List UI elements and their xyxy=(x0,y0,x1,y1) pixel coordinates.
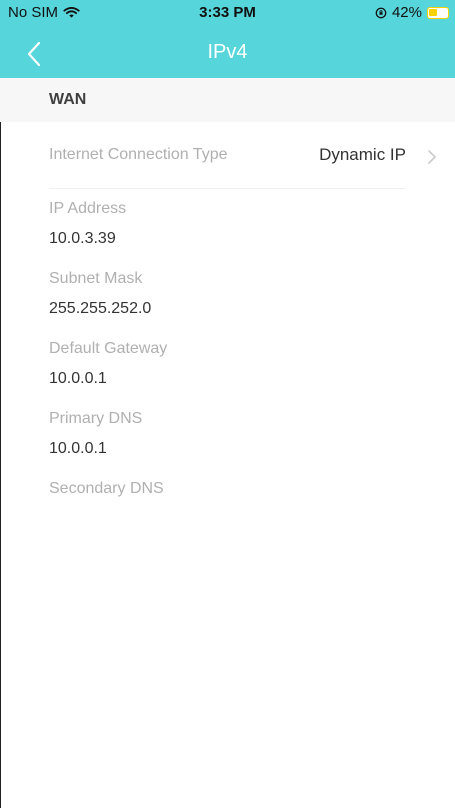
ip-address-value: 10.0.3.39 xyxy=(49,230,116,247)
internet-connection-type-value: Dynamic IP xyxy=(319,145,406,164)
chevron-right-icon xyxy=(428,150,436,164)
status-bar: No SIM 3:33 PM 42% xyxy=(0,0,455,28)
connection-divider xyxy=(49,188,406,189)
ip-address-field: IP Address 10.0.3.39 xyxy=(49,199,409,249)
internet-connection-type-label: Internet Connection Type xyxy=(49,146,228,163)
ipv4-screen: No SIM 3:33 PM 42% IPv4 WAN Internet Con… xyxy=(0,0,455,808)
internet-connection-type-row[interactable]: Internet Connection Type Dynamic IP xyxy=(0,122,455,188)
default-gateway-field: Default Gateway 10.0.0.1 xyxy=(49,339,409,389)
navigation-bar: IPv4 xyxy=(0,28,455,78)
primary-dns-value: 10.0.0.1 xyxy=(49,440,107,457)
page-title: IPv4 xyxy=(207,41,248,63)
subnet-mask-label: Subnet Mask xyxy=(49,270,143,287)
lock-rotation-icon xyxy=(375,7,387,18)
ip-address-label: IP Address xyxy=(49,200,127,217)
primary-dns-field: Primary DNS 10.0.0.1 xyxy=(49,409,409,459)
secondary-dns-label: Secondary DNS xyxy=(49,480,164,497)
subnet-mask-field: Subnet Mask 255.255.252.0 xyxy=(49,269,409,319)
default-gateway-label: Default Gateway xyxy=(49,340,168,357)
wan-section-header: WAN xyxy=(0,78,455,122)
secondary-dns-field: Secondary DNS xyxy=(49,479,409,509)
subnet-mask-value: 255.255.252.0 xyxy=(49,300,152,317)
primary-dns-label: Primary DNS xyxy=(49,410,143,427)
ipv4-details: Internet Connection Type Dynamic IP IP A… xyxy=(0,122,455,808)
battery-percent: 42% xyxy=(391,4,422,21)
section-title: WAN xyxy=(49,91,87,108)
status-right: 42% xyxy=(375,4,449,21)
battery-icon xyxy=(427,6,449,19)
default-gateway-value: 10.0.0.1 xyxy=(49,370,107,387)
battery-fill xyxy=(429,8,437,16)
